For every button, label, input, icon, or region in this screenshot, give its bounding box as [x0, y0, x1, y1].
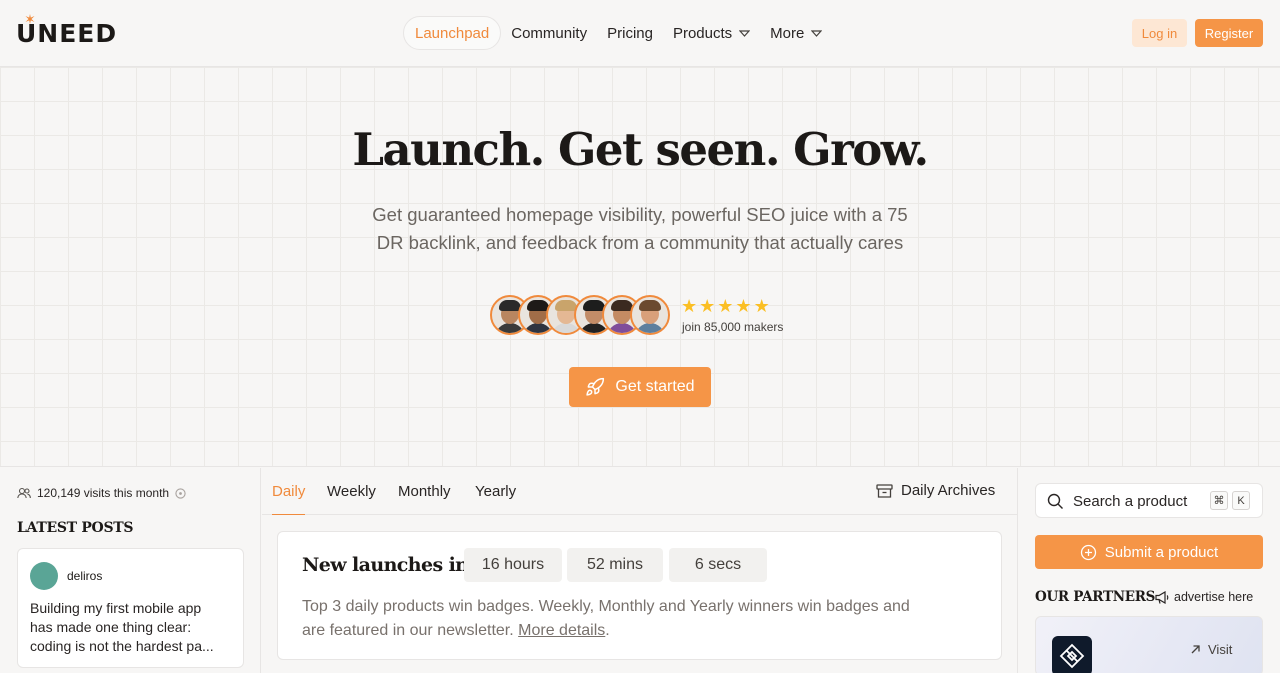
- launch-desc-line2: are featured in our newsletter.: [302, 622, 514, 639]
- visit-label: Visit: [1208, 642, 1233, 657]
- partner-card[interactable]: Visit: [1035, 616, 1263, 673]
- maker-avatars: [490, 295, 670, 335]
- star-icon: ★: [735, 296, 752, 316]
- archive-icon: [876, 483, 893, 498]
- right-sidebar: Search a product ⌘ K Submit a product OU…: [1019, 468, 1280, 673]
- post-line1: Building my first mobile app: [30, 600, 202, 616]
- avatar: [630, 295, 670, 335]
- left-sidebar: 120,149 visits this month LATEST POSTS d…: [0, 468, 261, 673]
- search-icon: [1047, 493, 1063, 509]
- partner-diamond-icon: [1059, 643, 1085, 669]
- partners-heading: OUR PARTNERS: [1035, 589, 1156, 605]
- submit-product-label: Submit a product: [1104, 543, 1219, 561]
- hero-subtitle-line1: Get guaranteed homepage visibility, powe…: [372, 204, 908, 225]
- hero-section: Launch. Get seen. Grow. Get guaranteed h…: [0, 67, 1280, 467]
- uneed-logo[interactable]: UNEED: [16, 14, 117, 48]
- visit-link[interactable]: Visit: [1190, 642, 1232, 657]
- star-icon: ★: [681, 296, 698, 316]
- register-button[interactable]: Register: [1195, 19, 1263, 47]
- star-icon: ★: [717, 296, 734, 316]
- star-icon: ★: [699, 296, 716, 316]
- nav-pricing[interactable]: Pricing: [597, 16, 663, 50]
- login-button[interactable]: Log in: [1132, 19, 1187, 47]
- period-tabs: Daily Weekly Monthly Yearly Daily Archiv…: [262, 468, 1018, 515]
- post-author[interactable]: deliros: [67, 569, 102, 583]
- makers-count: join 85,000 makers: [682, 320, 784, 334]
- post-excerpt: Building my first mobile app has made on…: [30, 599, 234, 656]
- nav-products[interactable]: Products: [663, 16, 760, 50]
- nav-more[interactable]: More: [760, 16, 832, 50]
- main-nav: Launchpad Community Pricing Products Mor…: [403, 16, 832, 50]
- launch-countdown-card: New launches in 16 hours 52 mins 6 secs …: [277, 531, 1002, 660]
- avatar: [30, 562, 58, 590]
- info-icon[interactable]: [175, 487, 186, 499]
- partner-logo: [1052, 636, 1092, 673]
- countdown-secs: 6 secs: [669, 548, 767, 582]
- hero-title: Launch. Get seen. Grow.: [352, 123, 929, 176]
- countdown-mins: 52 mins: [567, 548, 663, 582]
- arrow-up-right-icon: [1191, 645, 1200, 654]
- advertise-link[interactable]: advertise here: [1155, 590, 1253, 604]
- more-details-link[interactable]: More details: [518, 622, 605, 639]
- nav-community[interactable]: Community: [501, 16, 597, 50]
- kbd-k: K: [1232, 491, 1250, 510]
- launch-desc-end: .: [605, 622, 610, 639]
- plus-circle-icon: [1080, 544, 1096, 560]
- kbd-cmd: ⌘: [1210, 491, 1228, 510]
- daily-archives-link[interactable]: Daily Archives: [876, 482, 995, 499]
- launch-description: Top 3 daily products win badges. Weekly,…: [302, 595, 982, 643]
- hero-subtitle-line2: DR backlink, and feedback from a communi…: [376, 232, 904, 253]
- search-placeholder: Search a product: [1073, 493, 1188, 510]
- countdown-hours: 16 hours: [464, 548, 562, 582]
- advertise-label: advertise here: [1174, 590, 1254, 604]
- tab-monthly[interactable]: Monthly: [398, 483, 451, 515]
- daily-archives-label: Daily Archives: [901, 482, 996, 499]
- nav-products-label: Products: [672, 24, 733, 42]
- rating-stars: ★ ★ ★ ★ ★: [681, 297, 770, 315]
- latest-posts-heading: LATEST POSTS: [17, 520, 134, 536]
- post-line3: coding is not the hardest pa...: [30, 638, 214, 654]
- launches-main: Daily Weekly Monthly Yearly Daily Archiv…: [262, 468, 1018, 673]
- nav-more-label: More: [770, 24, 805, 42]
- launch-desc-line1: Top 3 daily products win badges. Weekly,…: [302, 598, 910, 615]
- chevron-down-icon: [739, 29, 751, 37]
- post-card[interactable]: deliros Building my first mobile app has…: [17, 548, 244, 668]
- tab-yearly[interactable]: Yearly: [475, 483, 516, 515]
- nav-launchpad[interactable]: Launchpad: [403, 16, 502, 50]
- get-started-label: Get started: [615, 378, 695, 395]
- chevron-down-icon: [811, 29, 823, 37]
- product-search[interactable]: Search a product ⌘ K: [1035, 483, 1263, 518]
- tab-weekly[interactable]: Weekly: [327, 483, 376, 515]
- star-icon: ★: [753, 296, 770, 316]
- megaphone-icon: [1155, 590, 1169, 604]
- users-icon: [17, 487, 31, 499]
- submit-product-button[interactable]: Submit a product: [1035, 535, 1263, 569]
- top-navbar: UNEED Launchpad Community Pricing Produc…: [0, 0, 1280, 67]
- rocket-icon: [586, 377, 605, 396]
- hero-subtitle: Get guaranteed homepage visibility, powe…: [340, 201, 940, 257]
- spark-icon: [25, 14, 35, 24]
- post-line2: has made one thing clear:: [30, 619, 192, 635]
- tab-daily[interactable]: Daily: [272, 483, 306, 515]
- get-started-button[interactable]: Get started: [569, 367, 711, 407]
- visits-text: 120,149 visits this month: [37, 486, 170, 500]
- launch-title: New launches in: [302, 554, 469, 576]
- visits-counter: 120,149 visits this month: [17, 486, 186, 500]
